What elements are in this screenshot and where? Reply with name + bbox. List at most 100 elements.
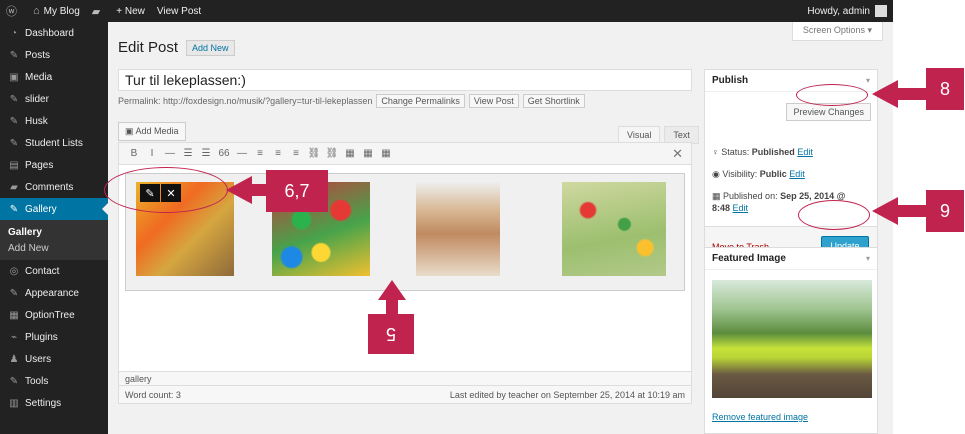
pin-icon: ✎ — [9, 137, 19, 149]
status-value: Published — [751, 147, 795, 157]
sidebar-item-gallery[interactable]: ✎ Gallery — [0, 198, 108, 220]
publish-title: Publish — [712, 75, 749, 86]
sidebar-item-label: Comments — [25, 181, 74, 193]
sidebar-item-optiontree[interactable]: ▦ OptionTree — [0, 304, 108, 326]
caret-down-icon[interactable]: ▾ — [866, 76, 870, 85]
read-more-icon[interactable]: ▦ — [341, 148, 359, 159]
sidebar-item-tools[interactable]: ✎ Tools — [0, 370, 108, 392]
pin-icon: ✎ — [9, 203, 19, 215]
visibility-label: Visibility: — [722, 169, 758, 179]
sidebar-item-label: Appearance — [25, 287, 79, 299]
comments-icon: ▰ — [10, 181, 18, 193]
add-media-button[interactable]: ▣ Add Media — [118, 122, 186, 141]
sidebar-item-label: Pages — [25, 159, 54, 171]
last-edited: Last edited by teacher on September 25, … — [449, 389, 685, 400]
pin-icon: ✎ — [9, 93, 19, 105]
screen-options-button[interactable]: Screen Options ▾ — [791, 22, 883, 41]
featured-image-title: Featured Image — [712, 253, 786, 264]
sidebar-item-label: Dashboard — [25, 27, 74, 39]
post-title-input[interactable]: Tur til lekeplassen:) — [118, 69, 692, 91]
visibility-value: Public — [759, 169, 787, 179]
site-name-item[interactable]: ⌂ My Blog — [27, 0, 86, 22]
page-title: Edit Post Add New — [118, 39, 235, 56]
insert-link-icon[interactable]: ⛓ — [305, 148, 323, 159]
gallery-thumb-wooden-figures[interactable] — [416, 182, 500, 276]
account-item[interactable]: Howdy, admin — [807, 5, 893, 17]
sidebar-item-label: Plugins — [25, 331, 58, 343]
sidebar-item-student-lists[interactable]: ✎ Student Lists — [0, 132, 108, 154]
key-icon: ♀ — [712, 147, 719, 157]
published-edit-link[interactable]: Edit — [733, 203, 749, 213]
strikethrough-icon[interactable]: — — [161, 148, 179, 159]
callout-6-7: 6,7 — [266, 170, 328, 212]
toolbar-toggle-icon[interactable]: ▦ — [377, 148, 395, 159]
sidebar-item-plugins[interactable]: ⌁ Plugins — [0, 326, 108, 348]
status-edit-link[interactable]: Edit — [797, 147, 813, 157]
featured-image-thumbnail[interactable] — [712, 280, 872, 398]
sidebar-item-contact[interactable]: ◎ Contact — [0, 260, 108, 282]
sidebar-item-pages[interactable]: ▤ Pages — [0, 154, 108, 176]
permalink-text[interactable]: Permalink: http://foxdesign.no/musik/?ga… — [118, 96, 372, 106]
sidebar-item-posts[interactable]: ✎ Posts — [0, 44, 108, 66]
eye-icon: ◉ — [712, 169, 720, 179]
view-post-button[interactable]: View Post — [468, 94, 519, 108]
sidebar-item-comments[interactable]: ▰ Comments — [0, 176, 108, 198]
featured-image-header[interactable]: Featured Image ▾ — [705, 248, 877, 270]
submenu-gallery[interactable]: Gallery — [0, 224, 108, 240]
new-content-item[interactable]: + New — [110, 0, 151, 22]
highlight-ellipse-update — [798, 200, 870, 230]
editor-path: gallery — [118, 372, 692, 386]
appearance-icon: ✎ — [9, 287, 19, 299]
highlight-ellipse-gallery-actions — [104, 167, 228, 213]
gallery-submenu: Gallery Add New — [0, 220, 108, 260]
change-permalinks-button[interactable]: Change Permalinks — [376, 94, 465, 108]
pin-icon: ✎ — [9, 115, 19, 127]
sidebar-item-label: Contact — [25, 265, 60, 277]
sidebar-item-settings[interactable]: ▥ Settings — [0, 392, 108, 414]
wp-logo-item[interactable]: ⓦ — [0, 0, 27, 22]
horizontal-line-icon[interactable]: — — [233, 148, 251, 159]
gallery-thumb-wall-pieces[interactable] — [562, 182, 666, 276]
settings-icon: ▥ — [9, 397, 19, 409]
submenu-add-new[interactable]: Add New — [0, 240, 108, 256]
close-icon[interactable]: ✕ — [672, 146, 683, 162]
sidebar-item-label: OptionTree — [25, 309, 75, 321]
plugins-icon: ⌁ — [10, 331, 18, 343]
callout-5: 5 — [368, 314, 414, 354]
sidebar-item-media[interactable]: ▣ Media — [0, 66, 108, 88]
comment-bubble-icon: ▰ — [91, 5, 101, 18]
visibility-edit-link[interactable]: Edit — [789, 169, 805, 179]
align-right-icon[interactable]: ≡ — [287, 148, 305, 159]
italic-icon[interactable]: I — [143, 148, 161, 159]
sidebar-item-dashboard[interactable]: ◔ Dashboard — [0, 22, 108, 44]
remove-link-icon[interactable]: ⛓ — [323, 148, 341, 159]
add-new-button[interactable]: Add New — [186, 39, 235, 56]
remove-featured-image-link[interactable]: Remove featured image — [712, 412, 808, 422]
highlight-ellipse-preview — [796, 84, 868, 106]
status-line: ♀ Status: Published Edit — [712, 147, 813, 157]
get-shortlink-button[interactable]: Get Shortlink — [522, 94, 585, 108]
dashboard-icon: ◔ — [10, 27, 18, 39]
sidebar-item-label: Husk — [25, 115, 48, 127]
sidebar-item-label: Posts — [25, 49, 51, 61]
sidebar-item-slider[interactable]: ✎ slider — [0, 88, 108, 110]
numbered-list-icon[interactable]: ☰ — [197, 148, 215, 159]
view-post-link[interactable]: View Post — [151, 0, 207, 22]
editor-toolbar: B I — ☰ ☰ 66 — ≡ ≡ ≡ ⛓ ⛓ ▦ ▦ ▦ ✕ — [119, 143, 691, 165]
sidebar-item-users[interactable]: ♟ Users — [0, 348, 108, 370]
fullscreen-icon[interactable]: ▦ — [359, 148, 377, 159]
align-left-icon[interactable]: ≡ — [251, 148, 269, 159]
add-media-label: Add Media — [135, 126, 179, 136]
bold-icon[interactable]: B — [125, 148, 143, 159]
sidebar-item-label: Gallery — [25, 203, 57, 215]
bullet-list-icon[interactable]: ☰ — [179, 148, 197, 159]
sidebar-item-husk[interactable]: ✎ Husk — [0, 110, 108, 132]
sidebar-item-appearance[interactable]: ✎ Appearance — [0, 282, 108, 304]
comments-item[interactable]: ▰ — [86, 0, 110, 22]
blockquote-icon[interactable]: 66 — [215, 148, 233, 159]
align-center-icon[interactable]: ≡ — [269, 148, 287, 159]
media-icon: ▣ — [9, 71, 19, 83]
site-name: My Blog — [43, 5, 80, 17]
caret-down-icon[interactable]: ▾ — [866, 254, 870, 263]
howdy-text: Howdy, admin — [807, 5, 870, 17]
